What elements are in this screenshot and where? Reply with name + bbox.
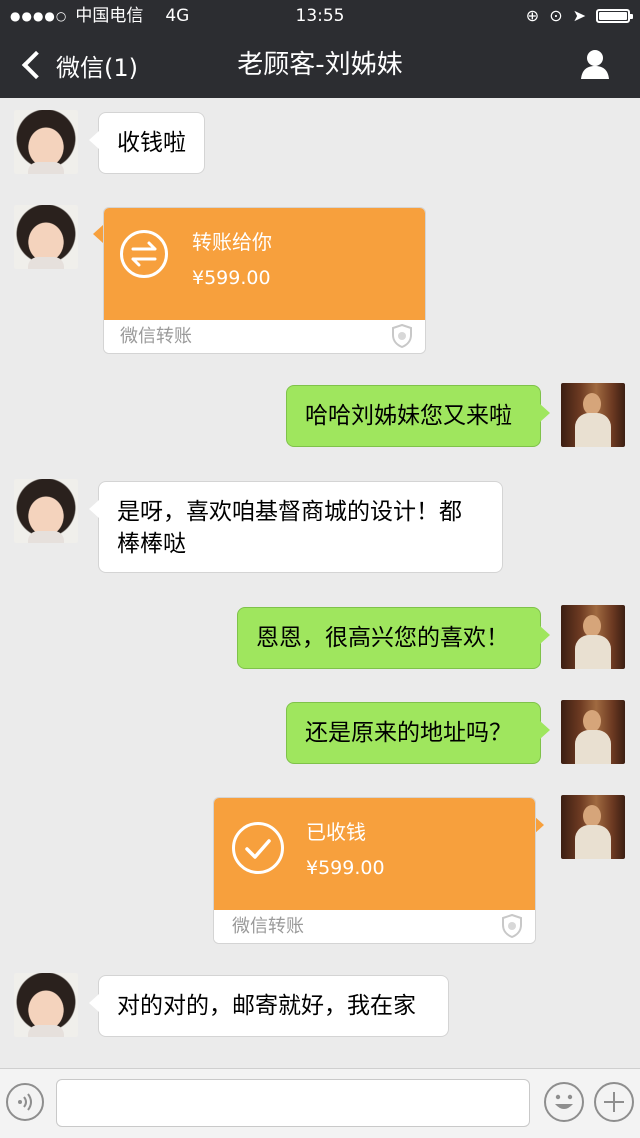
transfer-card-bottom: 微信转账 (104, 321, 425, 353)
transfer-card-top: 已收钱 ¥599.00 (214, 798, 535, 910)
nav-bar: 老顾客-刘姊妹 微信(1) (0, 32, 640, 98)
transfer-card-top: 转账给你 ¥599.00 (104, 208, 425, 320)
incoming-message[interactable]: 是呀，喜欢咱基督商城的设计！都 棒棒哒 (89, 481, 503, 573)
message-text: 哈哈刘姊妹您又来啦 (305, 403, 512, 429)
contact-avatar[interactable] (14, 110, 78, 174)
message-text: 对的对的，邮寄就好，我在家 (117, 993, 416, 1019)
message-text: 恩恩，很高兴您的喜欢！ (256, 625, 509, 651)
my-avatar[interactable] (561, 605, 625, 669)
transfer-arrows-icon (120, 230, 168, 278)
battery-fill (599, 12, 627, 20)
message-text: 还是原来的地址吗？ (305, 720, 512, 746)
checkmark-icon (232, 822, 284, 874)
message-text-line-1: 是呀，喜欢咱基督商城的设计！都 (117, 499, 462, 525)
bubble-tail (93, 225, 103, 243)
incoming-message[interactable]: 对的对的，邮寄就好，我在家 (89, 975, 449, 1037)
contact-avatar[interactable] (14, 205, 78, 269)
transfer-footer-label: 微信转账 (232, 916, 304, 937)
transfer-title: 已收钱 (306, 820, 366, 844)
emoji-icon[interactable] (544, 1082, 584, 1122)
message-input[interactable] (56, 1079, 530, 1127)
back-chevron-icon (21, 50, 51, 80)
message-text: 收钱啦 (117, 130, 186, 156)
my-avatar[interactable] (561, 795, 625, 859)
battery-icon (596, 9, 633, 23)
contact-avatar[interactable] (14, 479, 78, 543)
my-avatar[interactable] (561, 383, 625, 447)
plus-icon[interactable] (594, 1082, 634, 1122)
transfer-card-outgoing[interactable]: 已收钱 ¥599.00 微信转账 (213, 797, 536, 944)
outgoing-message[interactable]: 哈哈刘姊妹您又来啦 (286, 385, 550, 447)
transfer-amount: ¥599.00 (306, 857, 385, 879)
incoming-message[interactable]: 收钱啦 (89, 112, 205, 174)
shield-icon (392, 324, 412, 348)
outgoing-message[interactable]: 还是原来的地址吗？ (286, 702, 550, 764)
back-label: 微信(1) (56, 53, 138, 82)
location-icon: ➤ (572, 6, 586, 25)
transfer-amount: ¥599.00 (192, 267, 271, 289)
message-text-line-2: 棒棒哒 (117, 531, 186, 557)
transfer-card-bottom: 微信转账 (214, 911, 535, 943)
voice-icon[interactable] (6, 1083, 44, 1121)
contact-avatar[interactable] (14, 973, 78, 1037)
input-bar (0, 1068, 640, 1138)
person-icon[interactable] (580, 48, 610, 80)
header: ●●●●○ 中国电信 4G 13:55 ⊕ ⊙ ➤ 老顾客-刘姊妹 微信(1) (0, 0, 640, 98)
outgoing-message[interactable]: 恩恩，很高兴您的喜欢！ (237, 607, 550, 669)
rotation-lock-icon: ⊙ (549, 6, 563, 25)
shield-icon (502, 914, 522, 938)
my-avatar[interactable] (561, 700, 625, 764)
status-bar: ●●●●○ 中国电信 4G 13:55 ⊕ ⊙ ➤ (0, 0, 640, 32)
back-button[interactable]: 微信(1) (18, 32, 138, 98)
transfer-footer-label: 微信转账 (120, 326, 192, 347)
transfer-title: 转账给你 (192, 230, 272, 254)
status-right: ⊕ ⊙ ➤ (525, 0, 633, 32)
transfer-card-incoming[interactable]: 转账给你 ¥599.00 微信转账 (103, 207, 426, 354)
sync-icon: ⊕ (525, 6, 540, 25)
